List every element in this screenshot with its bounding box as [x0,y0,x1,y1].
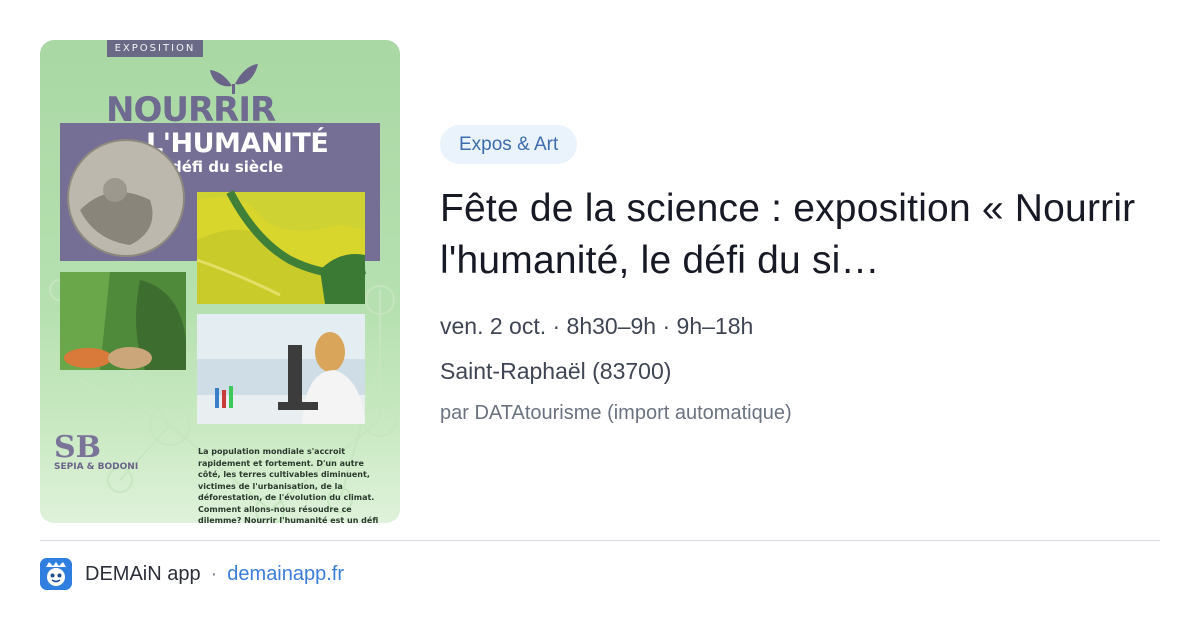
event-title[interactable]: Fête de la science : exposition « Nourri… [440,183,1140,287]
demain-app-logo-icon [40,558,72,590]
poster-publisher-name: SEPIA & BODONI [54,462,139,472]
event-poster-image[interactable]: EXPOSITION NOURRIR L'HUMANITÉ Le défi du… [40,40,400,523]
event-source: par DATAtourisme (import automatique) [440,402,792,424]
category-badge[interactable]: Expos & Art [440,125,578,164]
event-datetime: ven. 2 oct. · 8h30–9h · 9h–18h [440,313,754,339]
footer-separator: · [210,562,218,585]
poster-body-text: La population mondiale s'accroit rapidem… [198,447,379,523]
event-location: Saint-Raphaël (83700) [440,358,672,384]
site-link[interactable]: demainapp.fr [227,563,344,586]
app-name: DEMAiN app [85,562,201,585]
footer: DEMAiN app · demainapp.fr [40,557,344,591]
event-share-card[interactable]: EXPOSITION NOURRIR L'HUMANITÉ Le défi du… [0,0,1200,630]
footer-divider [40,540,1160,541]
publisher-monogram: SB [54,430,101,465]
